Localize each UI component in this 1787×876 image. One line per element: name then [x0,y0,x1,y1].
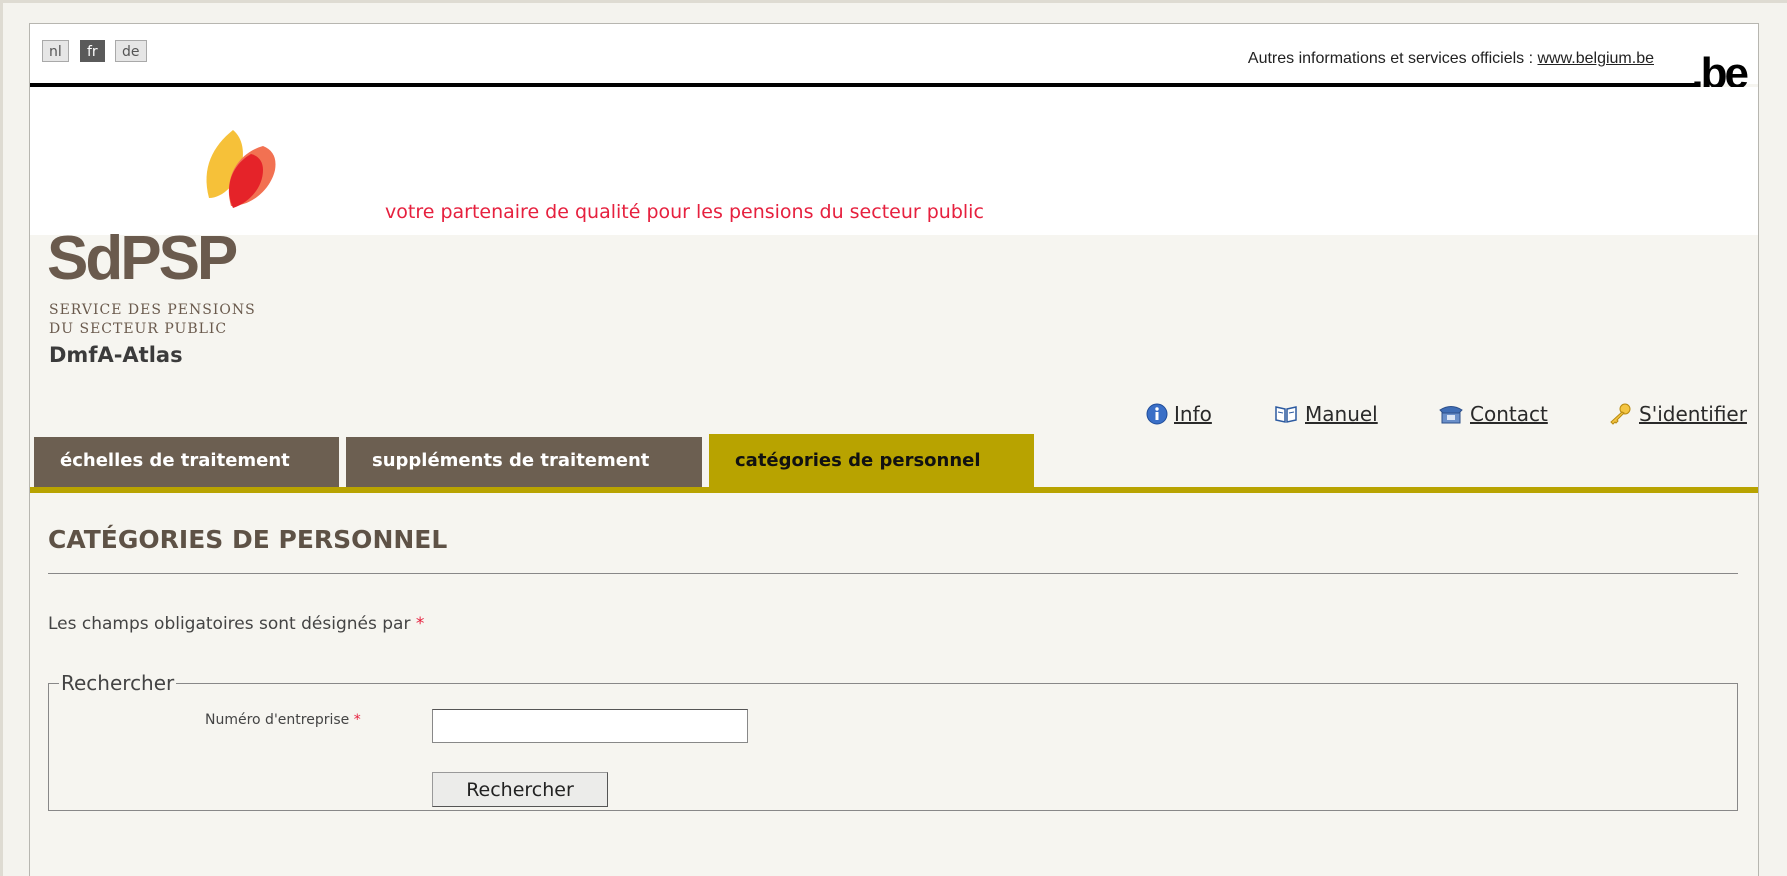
lang-fr[interactable]: fr [80,40,105,62]
util-manual[interactable]: Manuel [1273,402,1378,426]
company-number-label: Numéro d'entreprise * [205,712,361,728]
page-title: CATÉGORIES DE PERSONNEL [48,525,448,554]
info-link[interactable]: Info [1174,402,1212,426]
required-star: * [415,614,425,634]
tab-echelles[interactable]: échelles de traitement [34,437,339,487]
company-number-required-star: * [353,712,361,728]
contact-link[interactable]: Contact [1470,402,1548,426]
info-icon [1146,403,1168,425]
tab-underline [30,487,1758,493]
logo-subtitle: SERVICE DES PENSIONS DU SECTEUR PUBLIC [49,301,256,339]
belgium-link[interactable]: www.belgium.be [1538,50,1655,67]
sdpsp-logo[interactable]: SdPSP SERVICE DES PENSIONS DU SECTEUR PU… [47,128,317,348]
tab-supplements[interactable]: suppléments de traitement [346,437,702,487]
company-number-label-text: Numéro d'entreprise [205,712,350,728]
federal-bar: nl fr de Autres informations et services… [30,24,1758,84]
search-legend: Rechercher [61,671,175,695]
tagline: votre partenaire de qualité pour les pen… [385,201,984,223]
login-link[interactable]: S'identifier [1639,402,1747,426]
book-icon [1275,406,1297,423]
logo-wordmark: SdPSP [47,224,238,293]
official-info-text: Autres informations et services officiel… [1247,50,1538,67]
util-contact[interactable]: Contact [1438,402,1548,426]
phone-icon [1439,406,1463,424]
key-icon [1610,403,1631,425]
util-info[interactable]: Info [1146,402,1212,426]
manual-link[interactable]: Manuel [1305,402,1378,426]
search-button[interactable]: Rechercher [432,772,608,807]
logo-subtitle-line1: SERVICE DES PENSIONS [49,302,256,318]
app-title: DmfA-Atlas [49,343,183,367]
leaf-icon [206,130,276,208]
tab-categories[interactable]: catégories de personnel [709,434,1034,487]
util-login[interactable]: S'identifier [1607,402,1747,426]
official-info: Autres informations et services officiel… [1248,50,1654,68]
required-note-text: Les champs obligatoires sont désignés pa… [48,614,416,634]
title-rule [48,573,1738,574]
logo-subtitle-line2: DU SECTEUR PUBLIC [49,321,228,337]
lang-nl[interactable]: nl [42,40,69,62]
company-number-input[interactable] [432,709,748,743]
lang-de[interactable]: de [115,40,147,62]
search-fieldset: Rechercher [48,671,1738,811]
required-note: Les champs obligatoires sont désignés pa… [48,614,424,634]
